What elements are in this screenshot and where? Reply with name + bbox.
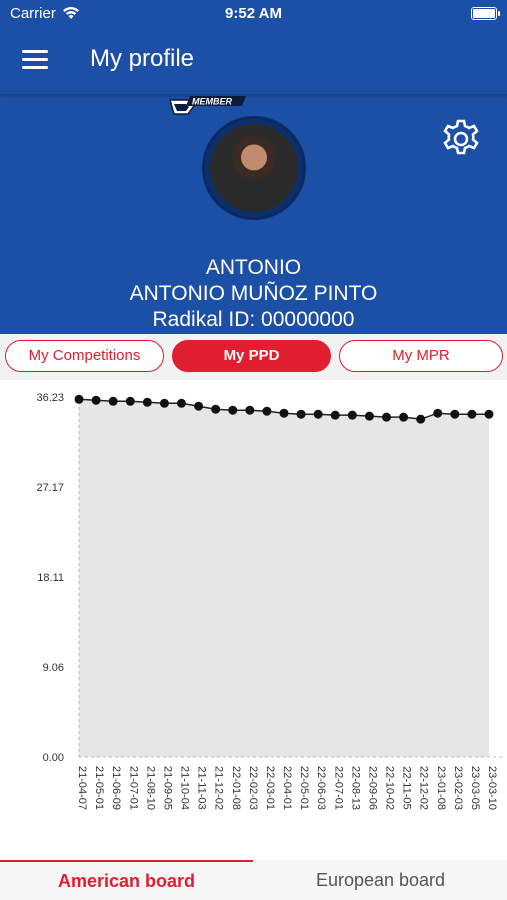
profile-full-name: ANTONIO MUÑOZ PINTO — [129, 282, 378, 305]
data-point — [125, 396, 135, 406]
page-title: My profile — [90, 45, 195, 72]
tab-american-board[interactable]: American board — [0, 860, 253, 900]
x-tick-label: 22-11-05 — [401, 766, 413, 809]
data-point — [228, 405, 238, 415]
status-bar: Carrier 9:52 AM — [0, 0, 507, 28]
data-point — [347, 410, 357, 420]
x-tick-label: 21-09-05 — [161, 766, 173, 810]
tab-my-mpr[interactable]: My MPR — [339, 340, 503, 372]
x-tick-label: 22-02-03 — [247, 766, 259, 810]
y-tick-label: 36.23 — [36, 392, 64, 404]
data-point — [74, 394, 84, 404]
gear-icon[interactable] — [440, 118, 482, 160]
profile-first-name: ANTONIO — [205, 256, 302, 279]
x-tick-label: 22-05-01 — [298, 766, 310, 810]
ppd-chart-svg: 36.23 27.17 18.11 9.06 0.00 21-04-07 21-05-01 2… — [36, 392, 505, 810]
data-point — [91, 395, 101, 405]
y-tick-label: 9.06 — [43, 662, 64, 674]
data-point — [450, 409, 460, 419]
data-point — [296, 409, 306, 419]
ppd-chart: 36.23 27.17 18.11 9.06 0.00 21-04-07 21-05-01 2… — [0, 380, 507, 860]
battery-icon — [471, 7, 497, 20]
x-tick-label: 21-06-09 — [110, 766, 122, 810]
x-tick-label: 22-04-01 — [281, 766, 293, 810]
x-tick-label: 21-11-03 — [196, 766, 208, 809]
data-point — [382, 412, 391, 422]
x-tick-label: 22-09-06 — [366, 766, 378, 810]
data-point — [211, 404, 221, 414]
avatar-frame[interactable] — [202, 116, 306, 220]
x-tick-label: 22-01-08 — [230, 766, 242, 810]
x-tick-label: 21-08-10 — [144, 766, 156, 810]
x-tick-label: 22-10-02 — [384, 766, 396, 810]
stats-tabs: My Competitions My PPD My MPR — [0, 334, 507, 380]
x-tick-label: 23-02-03 — [452, 766, 464, 810]
data-point — [313, 409, 323, 419]
profile-header: MEMBER ANTONIO ANTONIO MUÑOZ PINTO Radik… — [0, 94, 507, 334]
x-tick-label: 22-07-01 — [332, 766, 344, 810]
x-tick-label: 21-04-07 — [76, 766, 88, 810]
y-tick-label: 0.00 — [43, 752, 64, 764]
data-point — [177, 398, 186, 408]
x-tick-label: 21-10-04 — [179, 766, 191, 810]
data-point — [262, 406, 272, 416]
member-badge-icon: MEMBER — [169, 96, 246, 115]
x-tick-label: 23-03-05 — [469, 766, 481, 810]
navigation-bar: My profile — [0, 28, 507, 94]
board-tabs: American board European board — [0, 860, 507, 900]
data-point — [416, 414, 426, 424]
data-point — [108, 396, 118, 406]
data-point — [279, 408, 289, 418]
area-fill — [79, 399, 489, 757]
x-tick-label: 23-01-08 — [435, 766, 447, 810]
y-tick-label: 18.11 — [37, 572, 64, 584]
tab-my-competitions[interactable]: My Competitions — [5, 340, 164, 372]
clock: 9:52 AM — [225, 5, 282, 22]
data-point — [399, 412, 409, 422]
member-badge-label: MEMBER — [192, 97, 232, 107]
data-point — [433, 408, 443, 418]
x-tick-label: 22-06-03 — [315, 766, 327, 810]
battery-nub — [498, 11, 500, 16]
data-point — [484, 409, 494, 419]
data-point — [467, 409, 477, 419]
x-tick-label: 21-05-01 — [93, 766, 105, 810]
data-point — [245, 405, 255, 415]
avatar — [210, 124, 298, 212]
x-tick-label: 23-03-10 — [486, 766, 498, 810]
x-tick-label: 22-12-02 — [418, 766, 430, 810]
y-tick-label: 27.17 — [36, 482, 64, 494]
data-point — [330, 410, 340, 420]
hamburger-menu-icon[interactable] — [22, 50, 48, 70]
x-tick-label: 22-08-13 — [349, 766, 361, 810]
tab-european-board[interactable]: European board — [254, 860, 507, 900]
tab-my-ppd[interactable]: My PPD — [172, 340, 331, 372]
data-point — [194, 401, 204, 411]
x-tick-label: 21-07-01 — [127, 766, 139, 810]
data-point — [142, 397, 152, 407]
x-tick-label: 21-12-02 — [213, 766, 225, 810]
data-point — [159, 398, 169, 408]
data-point — [364, 411, 374, 421]
radikal-id: Radikal ID: 00000000 — [152, 308, 355, 331]
x-tick-label: 22-03-01 — [264, 766, 276, 810]
